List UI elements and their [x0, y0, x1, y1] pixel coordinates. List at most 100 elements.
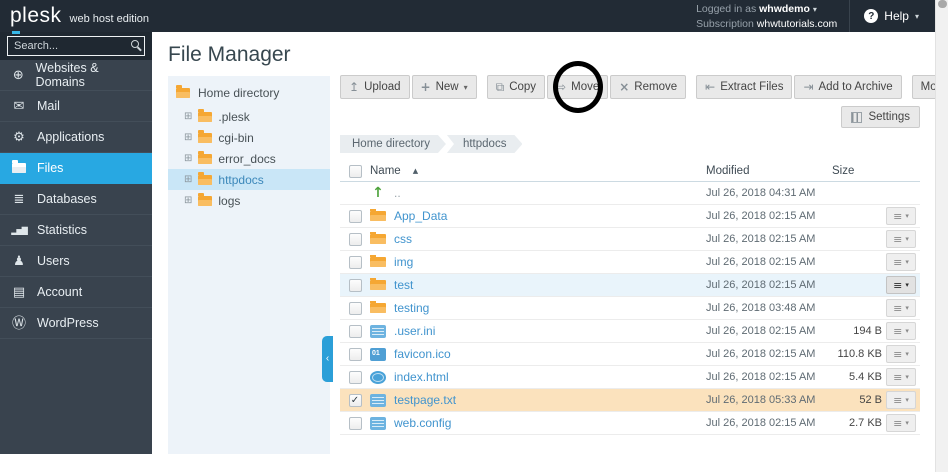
copy-button[interactable]: Copy: [486, 75, 546, 99]
row-checkbox[interactable]: [348, 324, 362, 338]
folder-icon: [198, 129, 213, 143]
logo-underscore: [12, 31, 20, 34]
row-menu-button[interactable]: [886, 414, 916, 432]
sidebar-item-users[interactable]: Users: [0, 246, 152, 277]
top-header: plesk web host edition Logged in as whwd…: [0, 0, 935, 34]
row-menu-button[interactable]: [886, 391, 916, 409]
plesk-logo[interactable]: plesk web host edition: [0, 4, 150, 34]
sidebar-item-databases[interactable]: Databases: [0, 184, 152, 215]
tree-item-logs[interactable]: logs: [168, 190, 330, 211]
tree-item-error-docs[interactable]: error_docs: [168, 148, 330, 169]
row-checkbox[interactable]: [348, 393, 362, 407]
tree-item-label: httpdocs: [218, 172, 264, 187]
row-checkbox[interactable]: [348, 209, 362, 223]
row-checkbox[interactable]: [348, 255, 362, 269]
sidebar-item-mail[interactable]: Mail: [0, 91, 152, 122]
table-row-testpage-txt[interactable]: testpage.txt Jul 26, 2018 05:33 AM 52 B: [340, 389, 920, 412]
row-menu-button[interactable]: [886, 322, 916, 340]
file-name-link[interactable]: index.html: [394, 370, 449, 384]
scrollbar[interactable]: [935, 0, 948, 472]
extract-files-button[interactable]: Extract Files: [696, 75, 793, 99]
table-row-testing[interactable]: testing Jul 26, 2018 03:48 AM: [340, 297, 920, 320]
search-input[interactable]: [7, 36, 145, 56]
file-name-link[interactable]: testpage.txt: [394, 393, 456, 407]
folder-icon: [176, 85, 190, 98]
sidebar-item-statistics[interactable]: Statistics: [0, 215, 152, 246]
row-checkbox[interactable]: [348, 416, 362, 430]
table-row-favicon-ico[interactable]: favicon.ico Jul 26, 2018 02:15 AM 110.8 …: [340, 343, 920, 366]
add-to-archive-button[interactable]: Add to Archive: [794, 75, 902, 99]
sidebar-item-wordpress[interactable]: WordPress: [0, 308, 152, 339]
move-button[interactable]: Move: [547, 75, 609, 99]
file-name-link[interactable]: img: [394, 255, 413, 269]
table-row-test[interactable]: test Jul 26, 2018 02:15 AM: [340, 274, 920, 297]
table-row-app-data[interactable]: App_Data Jul 26, 2018 02:15 AM: [340, 205, 920, 228]
table-row-[interactable]: .. Jul 26, 2018 04:31 AM: [340, 182, 920, 205]
remove-button[interactable]: Remove: [610, 75, 687, 99]
tree-panel-collapse-handle[interactable]: [322, 336, 333, 382]
tree-root-home-directory[interactable]: Home directory: [168, 76, 330, 106]
expand-icon[interactable]: [184, 133, 192, 143]
sidebar-item-applications[interactable]: Applications: [0, 122, 152, 153]
select-all-checkbox[interactable]: [348, 164, 362, 178]
sidebar-item-files[interactable]: Files: [0, 153, 152, 184]
search-icon[interactable]: [131, 40, 139, 48]
file-name-link[interactable]: testing: [394, 301, 429, 315]
file-icon: [370, 416, 386, 430]
expand-icon[interactable]: [184, 154, 192, 164]
scrollbar-thumb[interactable]: [938, 0, 947, 8]
folder-icon: [370, 255, 386, 267]
help-button[interactable]: ? Help ▾: [849, 0, 935, 32]
breadcrumb-httpdocs[interactable]: httpdocs: [447, 135, 522, 153]
row-checkbox[interactable]: [348, 232, 362, 246]
expand-icon[interactable]: [184, 196, 192, 206]
modified-column-header[interactable]: Modified: [706, 165, 826, 177]
size-column-header[interactable]: Size: [826, 165, 884, 177]
toolbar-button-label: Remove: [634, 81, 678, 93]
row-menu-button[interactable]: [886, 253, 916, 271]
table-row-img[interactable]: img Jul 26, 2018 02:15 AM: [340, 251, 920, 274]
folder-icon: [198, 108, 213, 122]
expand-icon[interactable]: [184, 112, 192, 122]
new-button[interactable]: New: [411, 75, 477, 99]
file-name-link[interactable]: .user.ini: [394, 324, 435, 338]
settings-button[interactable]: Settings: [841, 106, 920, 128]
edition-label: web host edition: [69, 13, 150, 25]
file-name-link[interactable]: css: [394, 232, 412, 246]
row-menu-button[interactable]: [886, 207, 916, 225]
sidebar-item-label: Users: [37, 254, 70, 268]
row-checkbox[interactable]: [348, 347, 362, 361]
username-menu[interactable]: whwdemo: [759, 3, 810, 15]
tree-item-plesk[interactable]: .plesk: [168, 106, 330, 127]
expand-icon[interactable]: [184, 175, 192, 185]
table-row-web-config[interactable]: web.config Jul 26, 2018 02:15 AM 2.7 KB: [340, 412, 920, 435]
file-name-link[interactable]: web.config: [394, 416, 451, 430]
row-checkbox[interactable]: [348, 370, 362, 384]
sidebar-item-account[interactable]: Account: [0, 277, 152, 308]
file-name-link[interactable]: App_Data: [394, 209, 447, 223]
modified-value: Jul 26, 2018 02:15 AM: [706, 371, 816, 383]
breadcrumb-home-directory[interactable]: Home directory: [340, 135, 446, 153]
row-checkbox[interactable]: [348, 301, 362, 315]
tree-item-cgi-bin[interactable]: cgi-bin: [168, 127, 330, 148]
sidebar-item-websites-domains[interactable]: Websites & Domains: [0, 60, 152, 91]
modified-value: Jul 26, 2018 02:15 AM: [706, 233, 816, 245]
row-menu-button[interactable]: [886, 368, 916, 386]
name-column-header[interactable]: Name: [370, 165, 706, 177]
file-name-link[interactable]: test: [394, 278, 413, 292]
menu-icon: [893, 257, 902, 268]
file-name-link[interactable]: ..: [394, 186, 401, 200]
tree-item-httpdocs[interactable]: httpdocs: [168, 169, 330, 190]
row-menu-button[interactable]: [886, 276, 916, 294]
table-row-user-ini[interactable]: .user.ini Jul 26, 2018 02:15 AM 194 B: [340, 320, 920, 343]
table-row-index-html[interactable]: index.html Jul 26, 2018 02:15 AM 5.4 KB: [340, 366, 920, 389]
table-row-css[interactable]: css Jul 26, 2018 02:15 AM: [340, 228, 920, 251]
row-menu-button[interactable]: [886, 299, 916, 317]
upload-button[interactable]: Upload: [340, 75, 410, 99]
tree-item-label: cgi-bin: [218, 130, 254, 145]
row-menu-button[interactable]: [886, 230, 916, 248]
file-name-link[interactable]: favicon.ico: [394, 347, 451, 361]
row-checkbox[interactable]: [348, 278, 362, 292]
wordpress-icon: [10, 313, 28, 333]
row-menu-button[interactable]: [886, 345, 916, 363]
